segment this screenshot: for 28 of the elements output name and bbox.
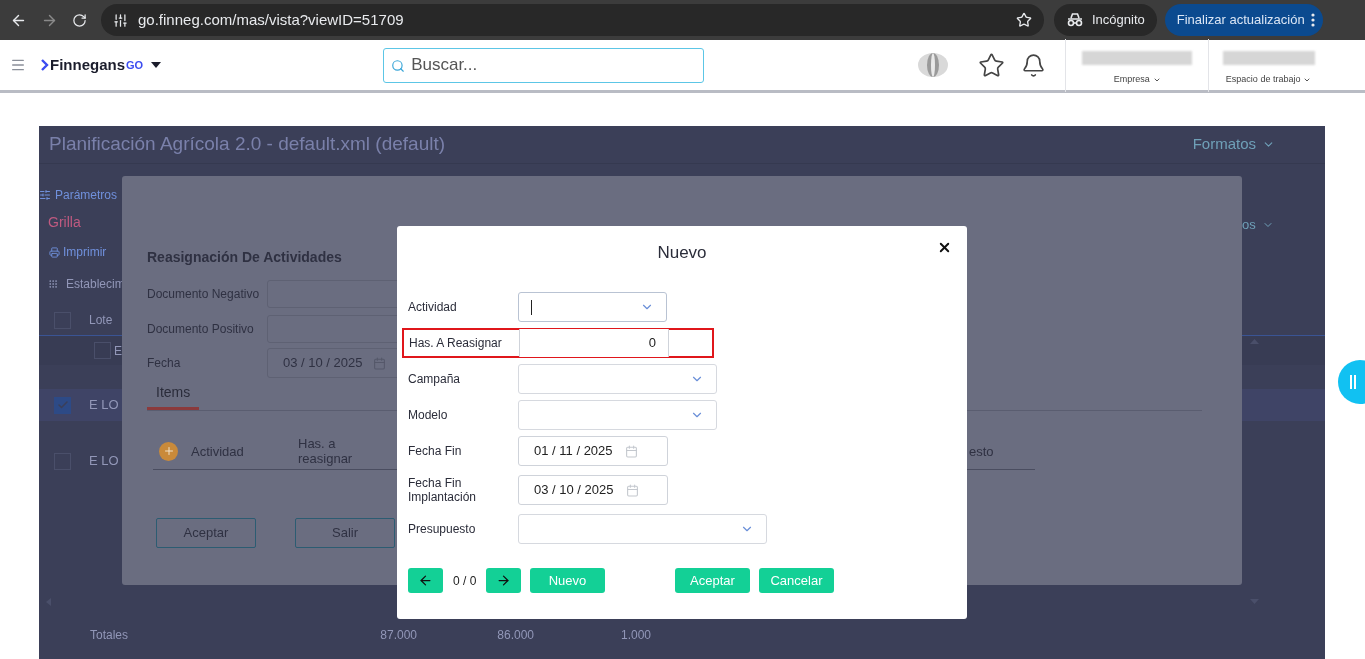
dialog-title: Reasignación De Actividades bbox=[147, 248, 342, 266]
field-label: Actividad bbox=[408, 300, 458, 314]
row-label: E LO bbox=[89, 452, 119, 471]
column-header: Has. a reasignar bbox=[298, 436, 354, 466]
record-counter: 0 / 0 bbox=[453, 572, 478, 590]
dialog-title: Nuevo bbox=[657, 241, 707, 264]
total-value: 1.000 bbox=[619, 627, 651, 644]
column-header: esto bbox=[969, 443, 994, 459]
selector-label: Empresa bbox=[1113, 73, 1150, 86]
page-title: Planificación Agrícola 2.0 - default.xml (default) bbox=[49, 132, 446, 157]
field-label: Has. A Reasignar bbox=[409, 336, 503, 350]
group-label: Establecim bbox=[66, 276, 125, 293]
field-label: Fecha Fin bbox=[408, 444, 463, 458]
field-label: Documento Positivo bbox=[147, 322, 255, 336]
field-label: Fecha Fin Implantación bbox=[408, 476, 478, 504]
row-label: E LO bbox=[89, 396, 119, 415]
column-header: Actividad bbox=[191, 443, 245, 459]
row-label: E bbox=[114, 342, 122, 360]
grid-label: Grilla bbox=[48, 213, 81, 232]
total-value: 86.000 bbox=[496, 627, 534, 644]
column-header: Lote bbox=[89, 312, 113, 329]
totals-label: Totales bbox=[90, 627, 130, 644]
field-label: Fecha bbox=[147, 356, 182, 370]
field-label: Modelo bbox=[408, 408, 449, 422]
field-label: Documento Negativo bbox=[147, 287, 261, 301]
selector-label: Espacio de trabajo bbox=[1225, 73, 1301, 86]
field-label: Presupuesto bbox=[408, 522, 477, 536]
total-value: 87.000 bbox=[379, 627, 417, 644]
